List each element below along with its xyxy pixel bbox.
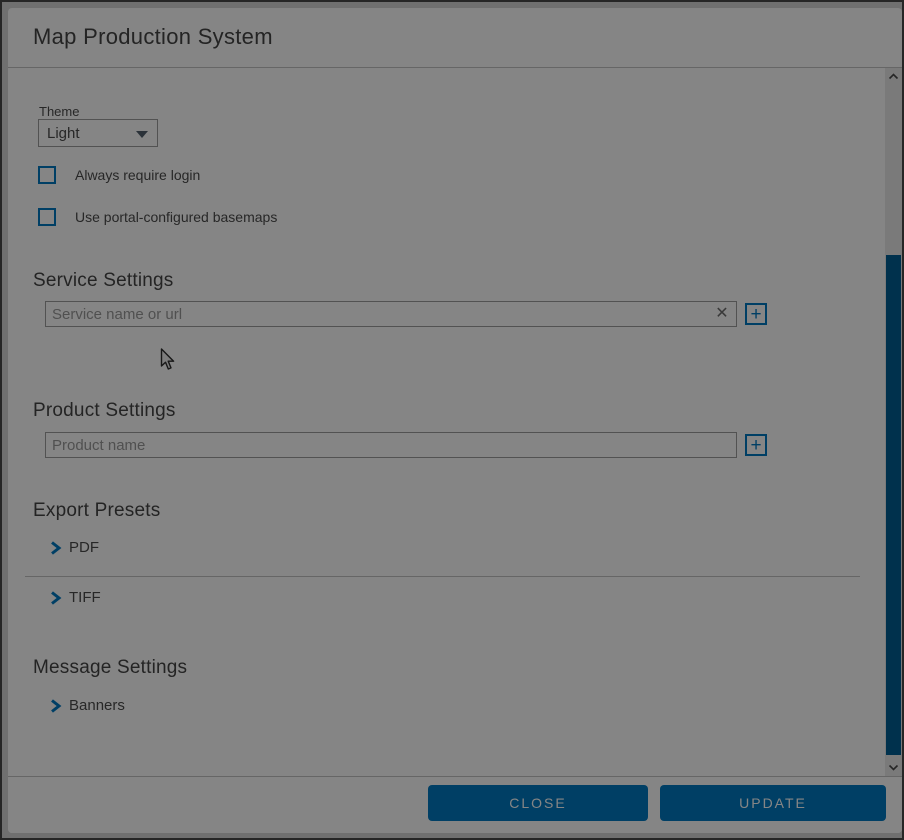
add-product-button[interactable]: + [745, 434, 767, 456]
scrollbar-thumb[interactable] [886, 255, 901, 755]
scrollbar-down-arrow[interactable] [885, 759, 902, 776]
dialog-title: Map Production System [33, 24, 273, 50]
export-presets-heading: Export Presets [33, 500, 160, 522]
checkbox-label: Use portal-configured basemaps [75, 209, 277, 225]
product-settings-heading: Product Settings [33, 400, 176, 422]
product-input-wrap [45, 432, 737, 458]
settings-dialog: Map Production System Theme Light Always… [8, 8, 902, 833]
banners-row[interactable]: Banners [49, 697, 125, 714]
clear-icon[interactable]: ✕ [712, 304, 732, 324]
export-preset-label: PDF [69, 539, 99, 556]
checkbox-row-portal-basemaps[interactable]: Use portal-configured basemaps [38, 208, 277, 226]
scrollbar-track[interactable] [885, 68, 902, 776]
dialog-footer: CLOSE UPDATE [8, 776, 902, 833]
service-name-input[interactable] [45, 301, 737, 327]
preset-divider [25, 576, 860, 577]
message-settings-heading: Message Settings [33, 657, 187, 679]
close-button[interactable]: CLOSE [428, 785, 648, 821]
settings-scroll-area: Theme Light Always require login Use por… [8, 68, 902, 776]
service-settings-heading: Service Settings [33, 270, 174, 292]
checkbox-row-always-require-login[interactable]: Always require login [38, 166, 200, 184]
product-name-input[interactable] [45, 432, 737, 458]
theme-label: Theme [39, 104, 79, 119]
theme-select-value: Light [47, 125, 80, 142]
dialog-header: Map Production System [8, 8, 902, 68]
chevron-right-icon [49, 540, 62, 556]
checkbox-label: Always require login [75, 167, 200, 183]
scrollbar-up-arrow[interactable] [885, 68, 902, 85]
chevron-down-icon [136, 131, 148, 138]
always-require-login-checkbox[interactable] [38, 166, 56, 184]
export-preset-tiff-row[interactable]: TIFF [49, 589, 101, 606]
service-input-wrap: ✕ [45, 301, 737, 327]
chevron-right-icon [49, 698, 62, 714]
mouse-cursor [160, 348, 176, 372]
chevron-right-icon [49, 590, 62, 606]
app-window: Map Production System Theme Light Always… [0, 0, 904, 840]
export-preset-pdf-row[interactable]: PDF [49, 539, 99, 556]
add-service-button[interactable]: + [745, 303, 767, 325]
theme-select[interactable]: Light [38, 119, 158, 147]
banners-label: Banners [69, 697, 125, 714]
portal-basemaps-checkbox[interactable] [38, 208, 56, 226]
export-preset-label: TIFF [69, 589, 101, 606]
update-button[interactable]: UPDATE [660, 785, 886, 821]
